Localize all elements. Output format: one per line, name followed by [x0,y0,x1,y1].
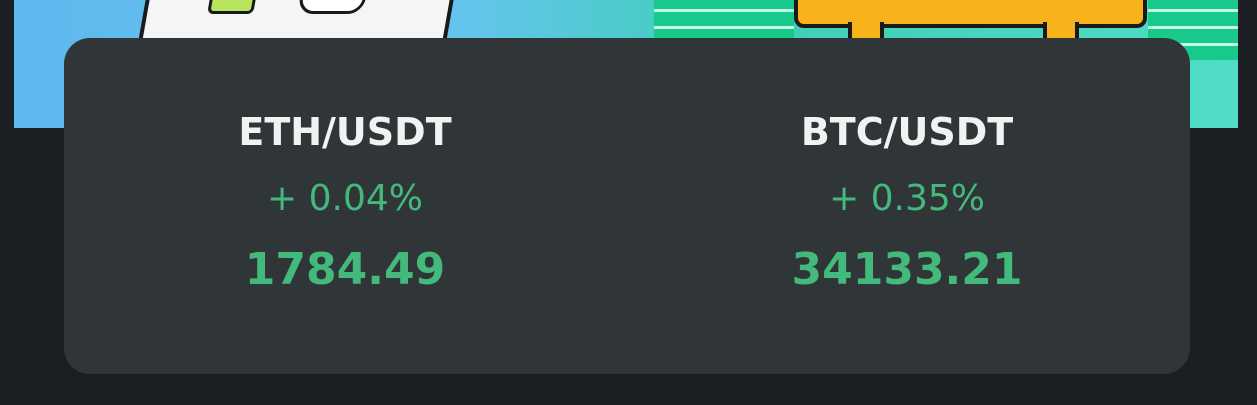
ticker-btc-usdt[interactable]: BTC/USDT + 0.35% 34133.21 [707,110,1107,296]
ticker-pair-label: ETH/USDT [238,110,452,154]
ticker-card: ETH/USDT + 0.04% 1784.49 BTC/USDT + 0.35… [64,38,1190,374]
banner-illustration-ticket [794,0,1147,56]
ticker-pair-label: BTC/USDT [800,110,1014,154]
ticker-eth-usdt[interactable]: ETH/USDT + 0.04% 1784.49 [145,110,545,296]
banner-shape [207,0,259,14]
banner-shape [297,0,370,14]
ticker-change-percent: + 0.04% [267,178,423,219]
ticker-price: 34133.21 [791,244,1023,295]
ticker-change-percent: + 0.35% [829,178,985,219]
ticker-price: 1784.49 [244,244,446,295]
market-overview-page: ETH/USDT + 0.04% 1784.49 BTC/USDT + 0.35… [0,0,1257,405]
